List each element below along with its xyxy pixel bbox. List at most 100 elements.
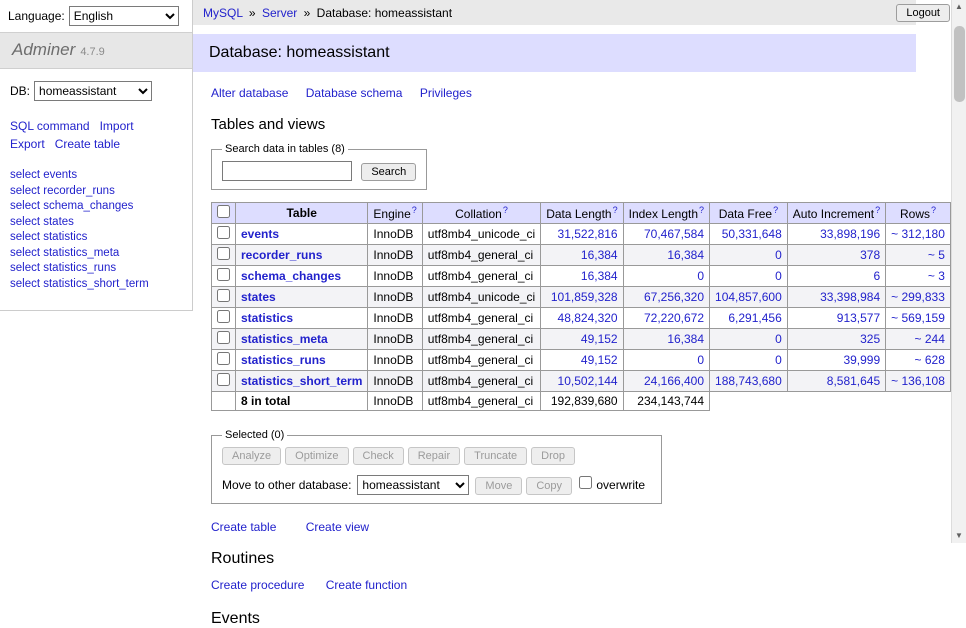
create-table-link[interactable]: Create table [211,520,276,534]
alter-database-link[interactable]: Alter database [211,86,288,100]
sidebar-link-create-table[interactable]: Create table [55,137,120,151]
db-select[interactable]: homeassistant [34,81,152,101]
help-link[interactable]: ? [875,205,880,215]
auto-increment-link[interactable]: 33,898,196 [820,227,880,241]
rows-link[interactable]: ~ 5 [928,248,945,262]
data-free-link[interactable]: 0 [775,269,782,283]
index-length-link[interactable]: 0 [697,353,704,367]
help-link[interactable]: ? [503,205,508,215]
table-name-link[interactable]: schema_changes [241,269,341,283]
scrollbar-thumb[interactable] [954,26,965,102]
auto-increment-link[interactable]: 378 [860,248,880,262]
rows-link[interactable]: ~ 136,108 [891,374,945,388]
create-function-link[interactable]: Create function [326,578,407,592]
rows-link[interactable]: ~ 569,159 [891,311,945,325]
rows-link[interactable]: ~ 244 [915,332,945,346]
scrollbar-up-arrow[interactable]: ▲ [952,0,966,14]
auto-increment-link[interactable]: 8,581,645 [827,374,880,388]
sidebar-table-link[interactable]: select statistics_runs [10,262,182,276]
database-schema-link[interactable]: Database schema [306,86,403,100]
index-length-link[interactable]: 16,384 [667,248,704,262]
table-name-link[interactable]: recorder_runs [241,248,322,262]
auto-increment-link[interactable]: 6 [873,269,880,283]
data-length-link[interactable]: 49,152 [581,332,618,346]
row-checkbox[interactable] [217,331,230,344]
row-checkbox[interactable] [217,310,230,323]
rows-link[interactable]: ~ 628 [915,353,945,367]
sidebar-link-export[interactable]: Export [10,137,45,151]
scrollbar[interactable]: ▲ ▼ [951,0,966,543]
table-name-link[interactable]: statistics_runs [241,353,326,367]
create-view-link[interactable]: Create view [306,520,369,534]
search-input[interactable] [222,161,352,181]
search-button[interactable]: Search [361,163,416,181]
data-free-link[interactable]: 50,331,648 [722,227,782,241]
table-name-link[interactable]: events [241,227,279,241]
breadcrumb-server-link[interactable]: Server [262,6,297,20]
sidebar-table-link[interactable]: select statistics_meta [10,247,182,261]
scrollbar-down-arrow[interactable]: ▼ [952,529,966,543]
sidebar-table-link[interactable]: select recorder_runs [10,185,182,199]
language-select[interactable]: English [69,6,179,26]
help-link[interactable]: ? [613,205,618,215]
help-link[interactable]: ? [699,205,704,215]
data-length-link[interactable]: 16,384 [581,248,618,262]
table-name-link[interactable]: states [241,290,276,304]
help-link[interactable]: ? [773,205,778,215]
data-free-link[interactable]: 0 [775,248,782,262]
rows-link[interactable]: ~ 299,833 [891,290,945,304]
data-length-link[interactable]: 48,824,320 [558,311,618,325]
rows-link[interactable]: ~ 3 [928,269,945,283]
data-free-link[interactable]: 6,291,456 [728,311,781,325]
logout-button[interactable]: Logout [896,4,950,22]
analyze-button[interactable]: Analyze [222,447,281,465]
row-checkbox[interactable] [217,268,230,281]
data-free-link[interactable]: 104,857,600 [715,290,782,304]
auto-increment-link[interactable]: 325 [860,332,880,346]
data-length-link[interactable]: 31,522,816 [558,227,618,241]
move-database-select[interactable]: homeassistant [357,475,469,495]
truncate-button[interactable]: Truncate [464,447,527,465]
index-length-link[interactable]: 16,384 [667,332,704,346]
table-name-link[interactable]: statistics_meta [241,332,328,346]
sidebar-link-import[interactable]: Import [100,119,134,133]
sidebar-link-sql-command[interactable]: SQL command [10,119,90,133]
privileges-link[interactable]: Privileges [420,86,472,100]
sidebar-table-link[interactable]: select states [10,216,182,230]
index-length-link[interactable]: 0 [697,269,704,283]
index-length-link[interactable]: 67,256,320 [644,290,704,304]
data-length-link[interactable]: 10,502,144 [558,374,618,388]
select-all-checkbox[interactable] [217,205,230,218]
index-length-link[interactable]: 70,467,584 [644,227,704,241]
data-free-link[interactable]: 0 [775,332,782,346]
sidebar-table-link[interactable]: select events [10,169,182,183]
data-length-link[interactable]: 101,859,328 [551,290,618,304]
data-length-link[interactable]: 16,384 [581,269,618,283]
row-checkbox[interactable] [217,352,230,365]
copy-button[interactable]: Copy [526,477,572,495]
check-button[interactable]: Check [353,447,404,465]
help-link[interactable]: ? [931,205,936,215]
index-length-link[interactable]: 72,220,672 [644,311,704,325]
data-length-link[interactable]: 49,152 [581,353,618,367]
sidebar-table-link[interactable]: select statistics_short_term [10,278,182,292]
row-checkbox[interactable] [217,226,230,239]
index-length-link[interactable]: 24,166,400 [644,374,704,388]
breadcrumb-mysql-link[interactable]: MySQL [203,6,243,20]
auto-increment-link[interactable]: 913,577 [837,311,880,325]
app-name-link[interactable]: Adminer [12,40,75,59]
create-procedure-link[interactable]: Create procedure [211,578,304,592]
row-checkbox[interactable] [217,373,230,386]
row-checkbox[interactable] [217,289,230,302]
rows-link[interactable]: ~ 312,180 [891,227,945,241]
data-free-link[interactable]: 188,743,680 [715,374,782,388]
repair-button[interactable]: Repair [408,447,460,465]
auto-increment-link[interactable]: 33,398,984 [820,290,880,304]
auto-increment-link[interactable]: 39,999 [843,353,880,367]
drop-button[interactable]: Drop [531,447,575,465]
optimize-button[interactable]: Optimize [285,447,348,465]
table-name-link[interactable]: statistics [241,311,293,325]
data-free-link[interactable]: 0 [775,353,782,367]
move-button[interactable]: Move [475,477,522,495]
overwrite-checkbox[interactable] [579,476,592,489]
